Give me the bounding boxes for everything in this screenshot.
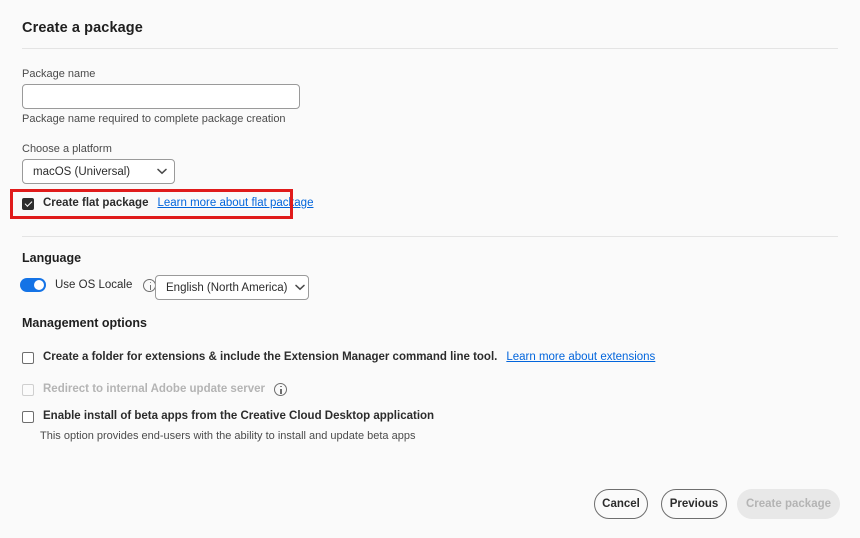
package-name-help-text: Package name required to complete packag… — [22, 113, 286, 125]
platform-select[interactable]: macOS (Universal) — [22, 159, 175, 184]
package-name-input[interactable] — [22, 84, 300, 109]
flat-package-learn-more-link[interactable]: Learn more about flat package — [157, 197, 313, 209]
section-divider — [22, 236, 838, 237]
extensions-checkbox[interactable] — [22, 352, 34, 364]
toggle-knob — [34, 280, 44, 290]
language-section-title: Language — [22, 251, 82, 265]
use-os-locale-toggle[interactable] — [20, 278, 46, 292]
redirect-update-server-row: Redirect to internal Adobe update server — [22, 383, 287, 396]
use-os-locale-row[interactable]: Use OS Locale — [20, 278, 157, 292]
language-selected-value: English (North America) — [166, 281, 288, 294]
redirect-update-server-label: Redirect to internal Adobe update server — [43, 383, 265, 395]
create-package-page: { "header": { "title": "Create a package… — [0, 0, 860, 538]
previous-button[interactable]: Previous — [661, 489, 727, 519]
management-section-title: Management options — [22, 316, 148, 330]
beta-apps-sub-text: This option provides end-users with the … — [40, 430, 416, 442]
extensions-label: Create a folder for extensions & include… — [43, 351, 498, 363]
package-name-label: Package name — [22, 68, 96, 80]
redirect-update-server-info-icon[interactable] — [273, 383, 287, 396]
chevron-down-icon — [295, 284, 306, 291]
cancel-button[interactable]: Cancel — [594, 489, 648, 519]
extensions-option-row[interactable]: Create a folder for extensions & include… — [22, 351, 655, 364]
beta-apps-label: Enable install of beta apps from the Cre… — [43, 410, 435, 422]
use-os-locale-label: Use OS Locale — [55, 279, 133, 291]
language-select[interactable]: English (North America) — [155, 275, 309, 300]
flat-package-checkbox[interactable] — [22, 198, 34, 210]
beta-apps-option-row[interactable]: Enable install of beta apps from the Cre… — [22, 410, 434, 423]
header-divider — [22, 48, 838, 49]
extensions-learn-more-link[interactable]: Learn more about extensions — [506, 351, 655, 363]
page-title: Create a package — [22, 20, 143, 36]
platform-selected-value: macOS (Universal) — [33, 165, 131, 178]
platform-label: Choose a platform — [22, 143, 112, 155]
flat-package-row[interactable]: Create flat package Learn more about fla… — [22, 197, 313, 210]
beta-apps-checkbox[interactable] — [22, 411, 34, 423]
flat-package-label: Create flat package — [43, 197, 149, 209]
chevron-down-icon — [157, 168, 167, 175]
create-package-button: Create package — [737, 489, 840, 519]
redirect-update-server-checkbox — [22, 384, 34, 396]
